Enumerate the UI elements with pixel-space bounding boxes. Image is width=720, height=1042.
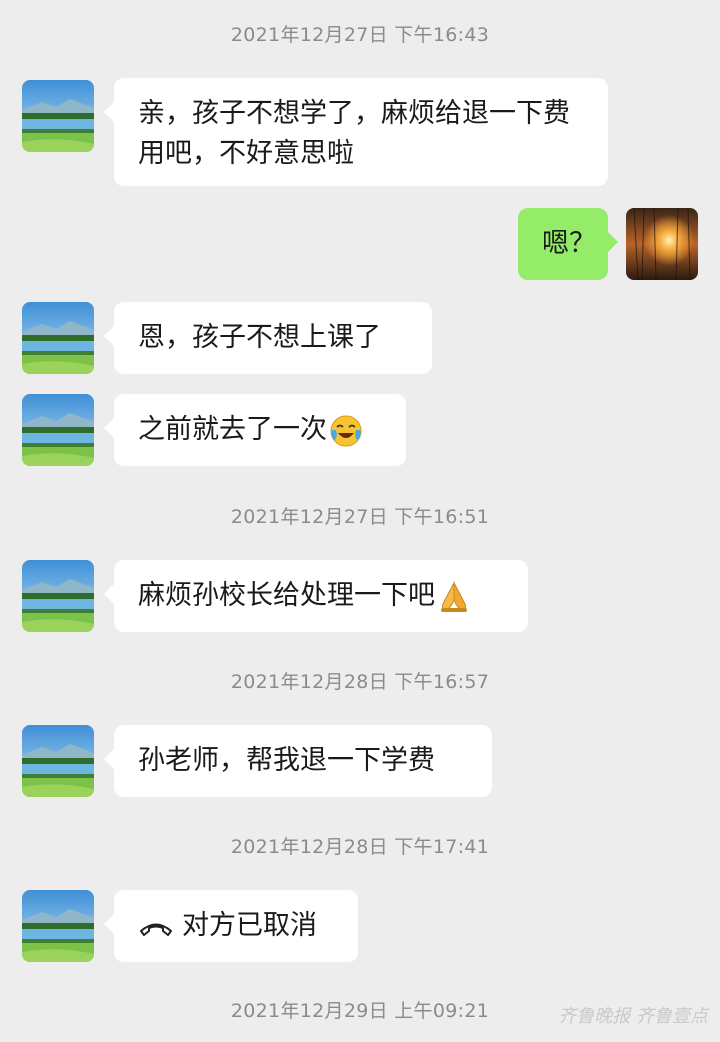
- call-record-bubble[interactable]: 对方已取消: [104, 890, 358, 962]
- watermark: 齐鲁晚报 齐鲁壹点: [558, 1006, 708, 1027]
- crying-laughing-emoji-icon: [330, 415, 362, 446]
- contact-avatar[interactable]: [22, 560, 94, 632]
- call-status-text: 对方已取消: [182, 910, 317, 941]
- self-avatar[interactable]: [626, 208, 698, 280]
- timestamp: 2021年12月27日 下午16:43: [230, 24, 490, 46]
- message-text: 亲，孩子不想学了，麻烦给退一下费用吧，不好意思啦: [138, 98, 570, 169]
- message-text: 嗯？: [542, 228, 596, 259]
- contact-avatar[interactable]: [22, 302, 94, 374]
- contact-avatar[interactable]: [22, 80, 94, 152]
- timestamp: 2021年12月27日 下午16:51: [230, 506, 490, 528]
- message-text: 麻烦孙校长给处理一下吧: [138, 580, 435, 611]
- contact-avatar[interactable]: [22, 890, 94, 962]
- timestamp: 2021年12月28日 下午17:41: [230, 836, 490, 858]
- message-text: 恩，孩子不想上课了: [138, 322, 381, 353]
- message-text: 之前就去了一次: [138, 414, 327, 445]
- phone-hangup-icon: [140, 923, 172, 936]
- message-bubble-incoming[interactable]: 麻烦孙校长给处理一下吧: [104, 560, 528, 632]
- message-bubble-incoming[interactable]: 之前就去了一次: [104, 394, 406, 466]
- message-bubble-outgoing[interactable]: 嗯？: [518, 208, 618, 280]
- message-bubble-incoming[interactable]: 恩，孩子不想上课了: [104, 302, 432, 374]
- praying-hands-emoji-icon: [441, 580, 467, 612]
- message-bubble-incoming[interactable]: 孙老师，帮我退一下学费: [104, 725, 492, 797]
- timestamp: 2021年12月28日 下午16:57: [230, 671, 490, 693]
- message-text: 孙老师，帮我退一下学费: [138, 745, 435, 776]
- message-bubble-incoming[interactable]: 亲，孩子不想学了，麻烦给退一下费用吧，不好意思啦: [104, 78, 608, 186]
- contact-avatar[interactable]: [22, 725, 94, 797]
- contact-avatar[interactable]: [22, 394, 94, 466]
